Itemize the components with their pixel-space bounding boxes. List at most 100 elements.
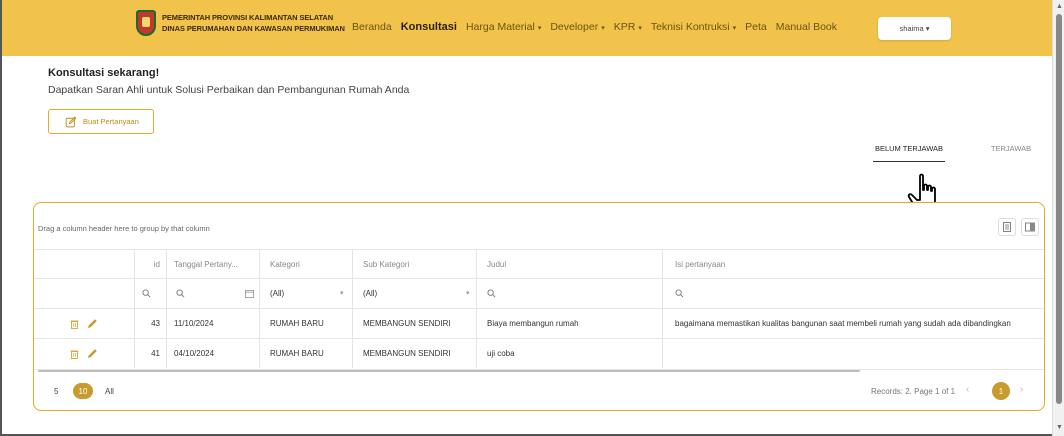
- column-header-isi[interactable]: Isi pertanyaan: [675, 250, 1044, 278]
- delete-icon[interactable]: [70, 349, 79, 359]
- cell-tanggal: 04/10/2024: [174, 349, 215, 358]
- column-divider: [166, 339, 167, 368]
- pencil-icon[interactable]: [87, 348, 98, 359]
- column-header-id[interactable]: id: [134, 250, 160, 278]
- chevron-down-icon[interactable]: ▾: [340, 289, 344, 297]
- column-divider: [134, 279, 135, 308]
- filter-sub-kategori-select[interactable]: (All): [363, 279, 473, 308]
- column-divider: [352, 250, 353, 278]
- pencil-icon[interactable]: [87, 318, 98, 329]
- top-navbar: PEMERINTAH PROVINSI KALIMANTAN SELATAN D…: [2, 0, 1052, 56]
- nav-developer-label: Developer: [550, 21, 599, 33]
- cell-tanggal: 11/10/2024: [174, 319, 214, 328]
- scrollbar-thumb[interactable]: [1056, 14, 1062, 404]
- org-name-line2: DINAS PERUMAHAN DAN KAWASAN PERMUKIMAN: [162, 24, 345, 33]
- scroll-down-arrow-icon[interactable]: ▼: [1056, 424, 1063, 431]
- grid-header-row: id Tanggal Pertany... Kategori Sub Kateg…: [34, 249, 1044, 278]
- column-divider: [352, 279, 353, 308]
- scroll-up-arrow-icon[interactable]: ▲: [1056, 3, 1063, 10]
- cell-sub-kategori: MEMBANGUN SENDIRI: [363, 349, 451, 358]
- calendar-icon[interactable]: [245, 289, 254, 298]
- grid-filter-row: (All) ▾ (All) ▾: [34, 278, 1044, 308]
- search-icon: [675, 289, 684, 298]
- tab-terjawab[interactable]: TERJAWAB: [986, 144, 1036, 162]
- tab-belum-terjawab[interactable]: BELUM TERJAWAB: [873, 144, 945, 162]
- nav-peta[interactable]: Peta: [745, 21, 767, 33]
- page-scrollbar[interactable]: ▲ ▼: [1052, 0, 1064, 436]
- cell-judul: uji coba: [487, 349, 515, 358]
- filter-id[interactable]: [142, 279, 151, 308]
- nav-kpr[interactable]: KPR ▾: [614, 21, 642, 33]
- province-logo: [136, 10, 156, 36]
- page-size-all[interactable]: All: [105, 383, 114, 399]
- search-icon: [142, 289, 151, 298]
- filter-kategori-select[interactable]: (All): [270, 279, 350, 308]
- column-header-tanggal[interactable]: Tanggal Pertany...: [174, 250, 264, 278]
- delete-icon[interactable]: [70, 319, 79, 329]
- page-subtitle: Dapatkan Saran Ahli untuk Solusi Perbaik…: [48, 84, 410, 96]
- column-divider: [166, 250, 167, 278]
- table-row[interactable]: 41 04/10/2024 RUMAH BARU MEMBANGUN SENDI…: [34, 338, 1044, 368]
- column-chooser-button[interactable]: [1021, 218, 1039, 236]
- search-icon: [176, 289, 185, 298]
- page-size-5[interactable]: 5: [54, 383, 58, 399]
- search-icon: [487, 289, 496, 298]
- brand[interactable]: PEMERINTAH PROVINSI KALIMANTAN SELATAN D…: [136, 10, 345, 36]
- table-row[interactable]: 43 11/10/2024 RUMAH BARU MEMBANGUN SENDI…: [34, 308, 1044, 338]
- main-nav: Beranda Konsultasi Harga Material ▾ Devel…: [352, 21, 846, 33]
- chevron-down-icon: ▾: [601, 25, 605, 32]
- column-divider: [476, 339, 477, 368]
- next-page-icon[interactable]: ›: [1020, 384, 1023, 395]
- nav-harga-material[interactable]: Harga Material ▾: [466, 21, 541, 33]
- nav-konsultasi[interactable]: Konsultasi: [401, 21, 457, 33]
- row-actions: [34, 309, 134, 338]
- cell-id: 43: [151, 319, 160, 328]
- column-header-judul[interactable]: Judul: [487, 250, 657, 278]
- column-chooser-icon: [1025, 222, 1035, 232]
- column-divider: [662, 279, 663, 308]
- column-divider: [662, 250, 663, 278]
- column-divider: [352, 309, 353, 338]
- questions-grid-panel: Drag a column header here to group by th…: [33, 202, 1045, 411]
- column-divider: [166, 309, 167, 338]
- cell-kategori: RUMAH BARU: [270, 349, 324, 358]
- nav-developer[interactable]: Developer ▾: [550, 21, 604, 33]
- user-menu-button[interactable]: shaima ▾: [878, 17, 951, 40]
- cell-isi: bagaimana memastikan kualitas bangunan s…: [675, 319, 1011, 328]
- filter-tanggal[interactable]: [176, 279, 185, 308]
- row-actions: [34, 339, 134, 368]
- create-question-button[interactable]: Buat Pertanyaan: [48, 109, 154, 134]
- filter-isi[interactable]: [675, 279, 684, 308]
- column-divider: [259, 309, 260, 338]
- page-number-button[interactable]: 1: [992, 382, 1010, 400]
- page-size-10[interactable]: 10: [73, 383, 93, 399]
- filter-judul[interactable]: [487, 279, 496, 308]
- prev-page-icon[interactable]: ‹: [966, 384, 969, 395]
- column-divider: [662, 309, 663, 338]
- column-divider: [662, 339, 663, 368]
- nav-kpr-label: KPR: [613, 21, 636, 33]
- column-header-kategori[interactable]: Kategori: [270, 250, 350, 278]
- column-divider: [259, 339, 260, 368]
- group-panel-hint[interactable]: Drag a column header here to group by th…: [38, 224, 210, 233]
- nav-teknisi-kontruksi-label: Teknisi Kontruksi: [650, 21, 730, 33]
- cell-sub-kategori: MEMBANGUN SENDIRI: [363, 319, 451, 328]
- cell-id: 41: [151, 349, 160, 358]
- grid-pager: 5 10 All Records: 2. Page 1 of 1 ‹ 1 ›: [34, 369, 1044, 410]
- nav-manual-book[interactable]: Manual Book: [776, 21, 837, 33]
- grid-horizontal-scrollbar[interactable]: [38, 370, 860, 372]
- column-header-sub-kategori[interactable]: Sub Kategori: [363, 250, 473, 278]
- column-divider: [476, 279, 477, 308]
- chevron-down-icon: ▾: [638, 25, 642, 32]
- export-button[interactable]: [998, 218, 1016, 236]
- chevron-down-icon[interactable]: ▾: [466, 289, 470, 297]
- column-divider: [259, 279, 260, 308]
- cell-judul: Biaya membangun rumah: [487, 319, 579, 328]
- records-info: Records: 2. Page 1 of 1: [871, 387, 956, 396]
- page-title: Konsultasi sekarang!: [48, 67, 160, 79]
- chevron-down-icon: ▾: [732, 25, 737, 32]
- nav-teknisi-kontruksi[interactable]: Teknisi Kontruksi ▾: [651, 21, 736, 33]
- create-question-label: Buat Pertanyaan: [83, 117, 139, 126]
- column-divider: [352, 339, 353, 368]
- nav-beranda[interactable]: Beranda: [352, 21, 392, 33]
